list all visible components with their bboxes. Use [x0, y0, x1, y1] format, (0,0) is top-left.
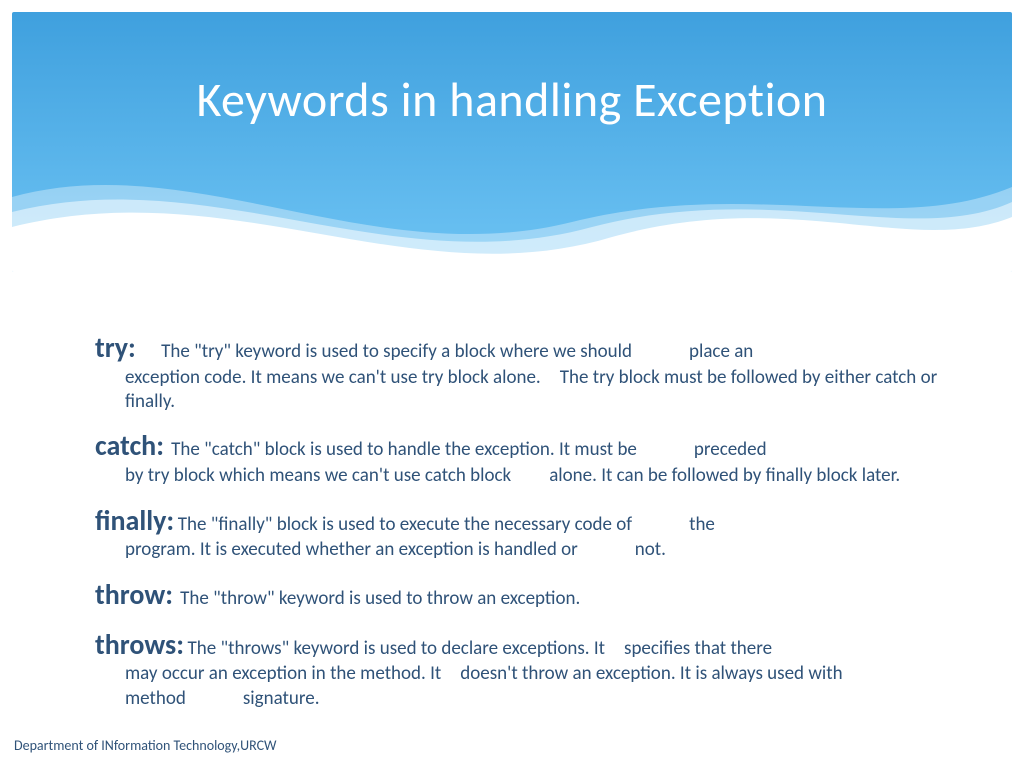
footer-text: Department of INformation Technology,URC…	[14, 737, 277, 754]
content-body: try: The "try" keyword is used to specif…	[95, 330, 954, 725]
keyword-label: try:	[95, 330, 136, 365]
wave-graphic	[12, 12, 1012, 272]
keyword-item: try: The "try" keyword is used to specif…	[95, 330, 954, 414]
keyword-desc: The "catch" block is used to handle the …	[171, 438, 766, 461]
keyword-desc: The "finally" block is used to execute t…	[178, 513, 715, 536]
keyword-label: throw:	[95, 577, 173, 612]
slide-title: Keywords in handling Exception	[0, 70, 1024, 129]
keyword-desc: The "throw" keyword is used to throw an …	[180, 587, 580, 610]
keyword-desc: The "throws" keyword is used to declare …	[188, 637, 773, 660]
keyword-item: throws: The "throws" keyword is used to …	[95, 627, 954, 711]
keyword-desc-cont: exception code. It means we can't use tr…	[95, 366, 954, 415]
keyword-desc-cont: program. It is executed whether an excep…	[95, 538, 954, 562]
keyword-item: finally: The "finally" block is used to …	[95, 503, 954, 563]
keyword-item: catch: The "catch" block is used to hand…	[95, 428, 954, 488]
keyword-desc-cont: by try block which means we can't use ca…	[95, 464, 954, 488]
title-banner	[12, 12, 1012, 272]
keyword-item: throw: The "throw" keyword is used to th…	[95, 577, 954, 613]
keyword-desc-cont: may occur an exception in the method. It…	[95, 662, 954, 711]
keyword-label: finally:	[95, 503, 174, 538]
keyword-desc: The "try" keyword is used to specify a b…	[161, 340, 753, 363]
slide: Keywords in handling Exception try: The …	[0, 0, 1024, 768]
keyword-label: throws:	[95, 627, 184, 662]
keyword-label: catch:	[95, 428, 164, 463]
